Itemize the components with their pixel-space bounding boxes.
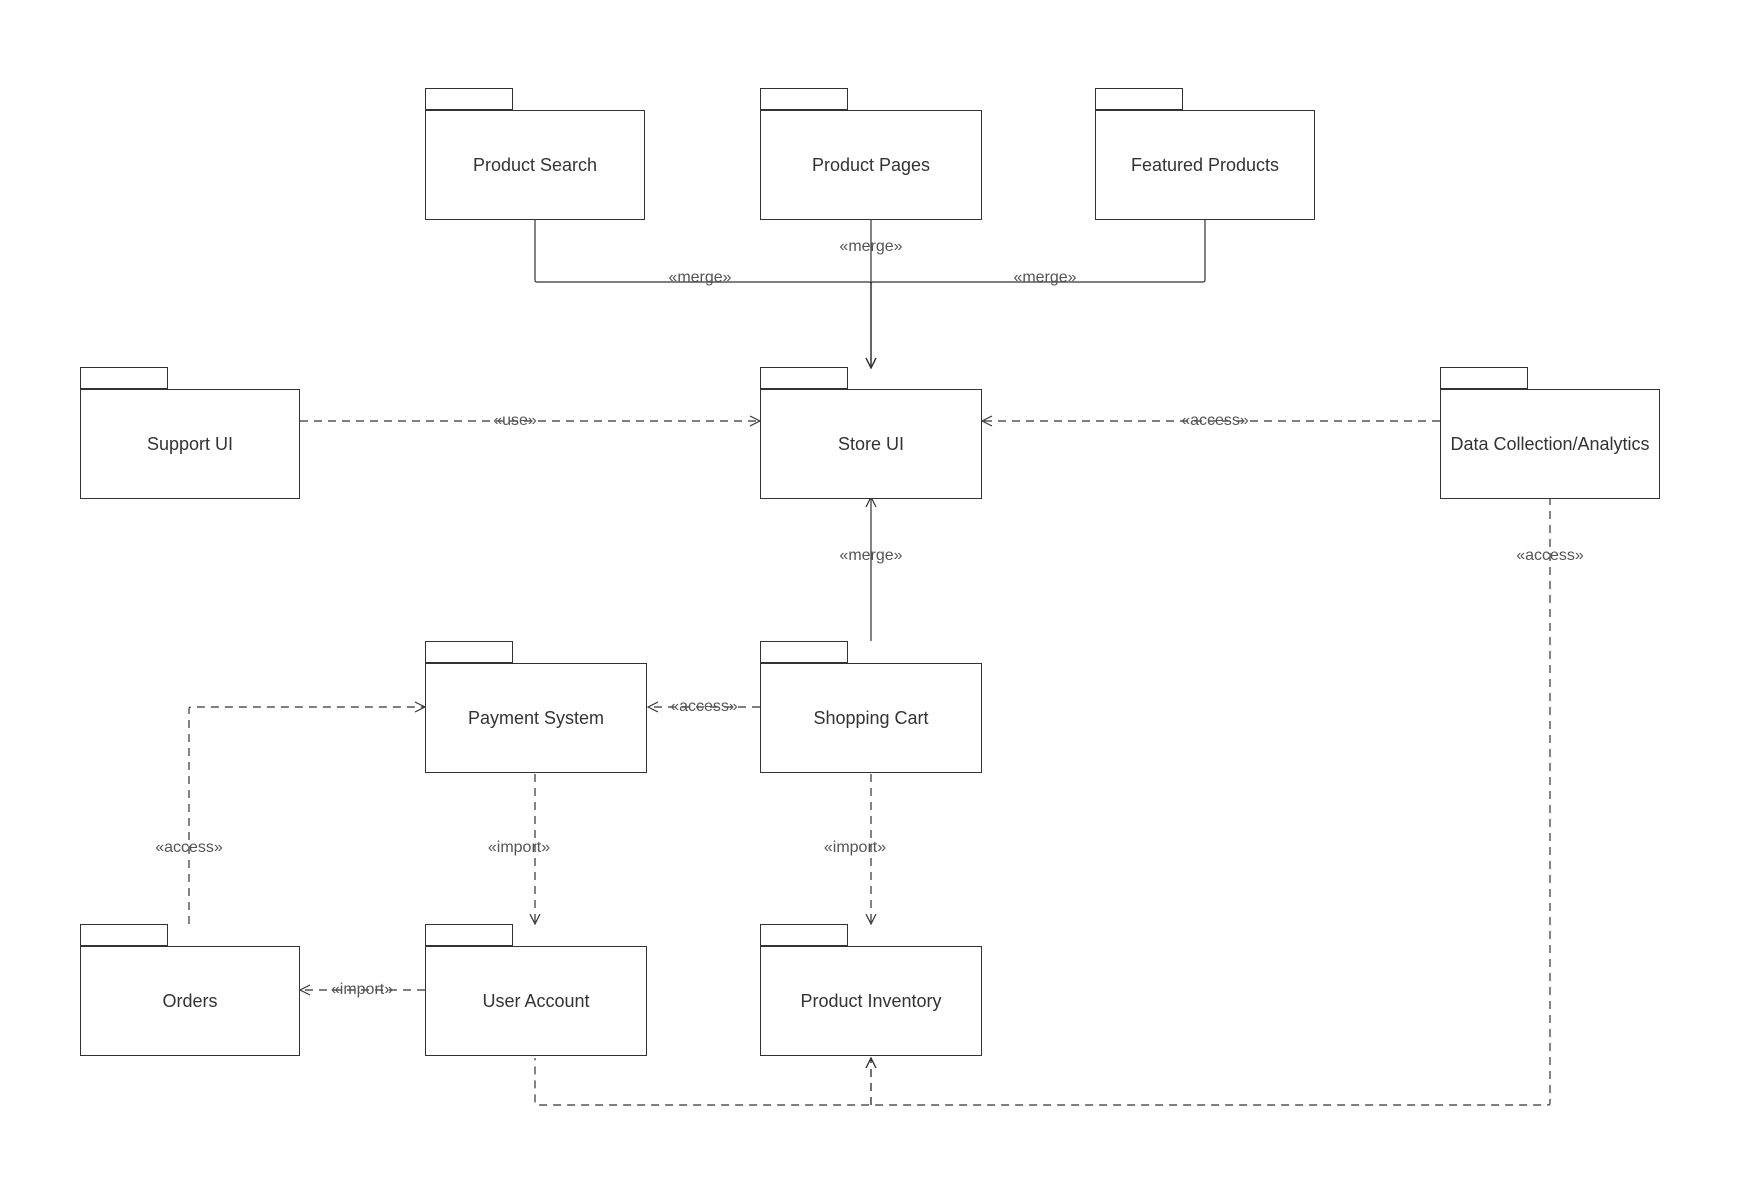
- package-label: Shopping Cart: [760, 663, 982, 773]
- edge-data-analytics-access-bottom: [535, 497, 1550, 1105]
- edge-orders-access-payment: [189, 707, 425, 924]
- package-payment-system[interactable]: Payment System: [425, 641, 647, 773]
- package-product-inventory[interactable]: Product Inventory: [760, 924, 982, 1056]
- package-label: Data Collection/Analytics: [1440, 389, 1660, 499]
- label-access: «access»: [1516, 547, 1584, 565]
- label-merge: «merge»: [1013, 269, 1076, 287]
- edge-product-search-merge: [535, 219, 871, 368]
- package-label: Store UI: [760, 389, 982, 499]
- package-tab: [760, 641, 848, 663]
- package-label: Product Search: [425, 110, 645, 220]
- package-label: Featured Products: [1095, 110, 1315, 220]
- package-shopping-cart[interactable]: Shopping Cart: [760, 641, 982, 773]
- package-tab: [425, 924, 513, 946]
- package-tab: [760, 367, 848, 389]
- label-import: «import»: [488, 839, 550, 857]
- package-tab: [760, 88, 848, 110]
- package-label: Product Inventory: [760, 946, 982, 1056]
- package-support-ui[interactable]: Support UI: [80, 367, 300, 499]
- package-label: User Account: [425, 946, 647, 1056]
- package-tab: [1440, 367, 1528, 389]
- label-use: «use»: [493, 412, 537, 430]
- package-product-search[interactable]: Product Search: [425, 88, 645, 220]
- package-tab: [760, 924, 848, 946]
- package-orders[interactable]: Orders: [80, 924, 300, 1056]
- package-data-analytics[interactable]: Data Collection/Analytics: [1440, 367, 1660, 499]
- label-merge: «merge»: [839, 547, 902, 565]
- label-access: «access»: [1181, 412, 1249, 430]
- package-tab: [425, 88, 513, 110]
- edge-featured-products-merge: [871, 219, 1205, 368]
- label-access: «access»: [670, 698, 738, 716]
- package-tab: [1095, 88, 1183, 110]
- package-label: Orders: [80, 946, 300, 1056]
- package-tab: [80, 367, 168, 389]
- package-featured-products[interactable]: Featured Products: [1095, 88, 1315, 220]
- package-label: Support UI: [80, 389, 300, 499]
- package-tab: [80, 924, 168, 946]
- package-tab: [425, 641, 513, 663]
- package-label: Product Pages: [760, 110, 982, 220]
- package-user-account[interactable]: User Account: [425, 924, 647, 1056]
- package-label: Payment System: [425, 663, 647, 773]
- package-store-ui[interactable]: Store UI: [760, 367, 982, 499]
- label-merge: «merge»: [839, 238, 902, 256]
- label-import: «import»: [331, 981, 393, 999]
- label-merge: «merge»: [668, 269, 731, 287]
- label-access: «access»: [155, 839, 223, 857]
- uml-package-diagram: { "packages": { "product_search": {"labe…: [0, 0, 1760, 1195]
- label-import: «import»: [824, 839, 886, 857]
- package-product-pages[interactable]: Product Pages: [760, 88, 982, 220]
